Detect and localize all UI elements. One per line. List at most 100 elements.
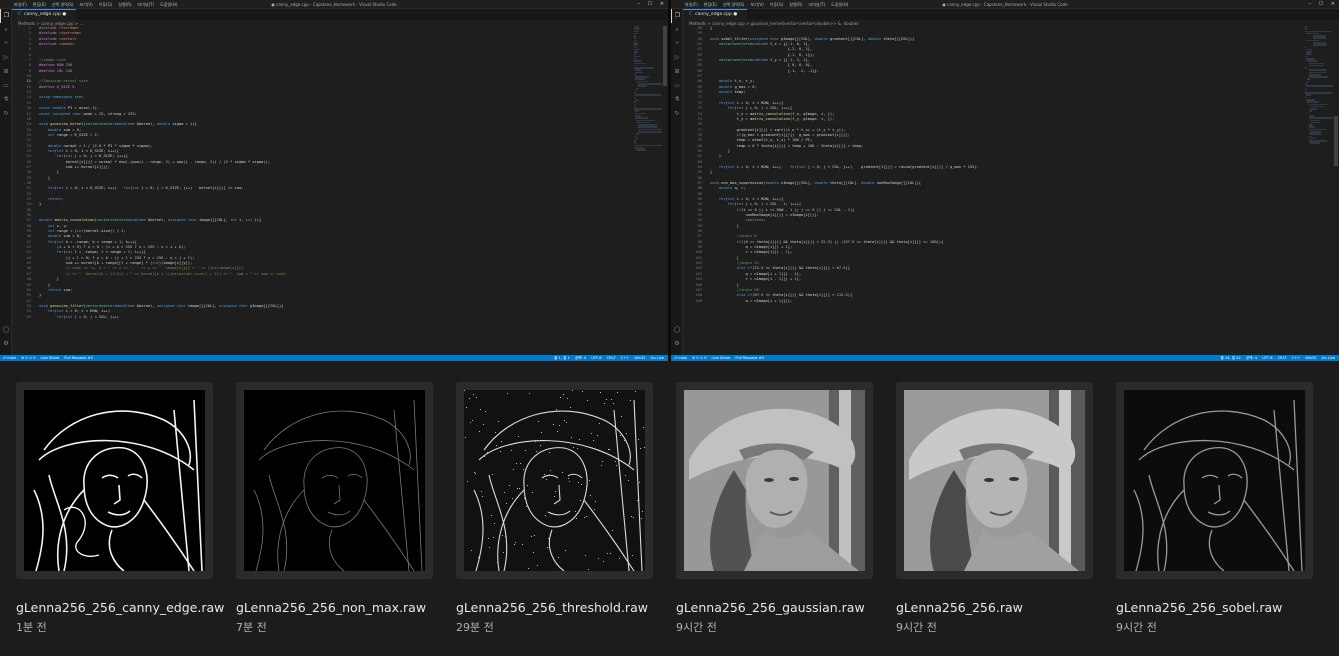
minimap[interactable]: [634, 26, 662, 355]
minimize-icon[interactable]: –: [638, 1, 641, 7]
close-icon[interactable]: ✕: [1331, 1, 1335, 7]
file-name[interactable]: gLenna256_256_sobel.raw: [1116, 600, 1282, 615]
file-modified-time: 9시간 전: [1116, 621, 1157, 634]
status-item[interactable]: 줄 1, 열 1: [554, 356, 570, 360]
editor-scrollbar[interactable]: [1333, 26, 1339, 355]
status-item[interactable]: 공백: 4: [575, 356, 586, 360]
file-modified-time: 1분 전: [16, 621, 47, 634]
code-editor[interactable]: 58} 59 60 void sobel_filter(unsigned char g…: [684, 26, 1299, 355]
status-item[interactable]: C++: [1292, 356, 1301, 360]
explorer-icon[interactable]: ❐: [0, 9, 12, 23]
live-share-icon[interactable]: ↻: [671, 107, 683, 121]
source-control-icon[interactable]: ⑂: [0, 37, 12, 51]
thumbnail-image: [24, 390, 205, 571]
image-thumbnail[interactable]: [236, 382, 433, 579]
status-item[interactable]: UTF-8: [591, 356, 601, 360]
code-line[interactable]: 109 q = nImage[i + 1][j];: [684, 299, 1299, 304]
vscode-window-right: 파일(F) 편집(E) 선택 영역(S) 보기(V) 이동(G) 실행(R) 터미널(T) 도…: [671, 0, 1339, 361]
code-line[interactable]: 55 for(int j = 0; j < COL; j++): [13, 315, 628, 320]
line-number[interactable]: 55: [13, 315, 31, 320]
image-thumbnail[interactable]: [456, 382, 653, 579]
testing-icon[interactable]: ⚗: [0, 93, 12, 107]
settings-gear-icon[interactable]: ⚙: [0, 337, 12, 351]
file-name[interactable]: gLenna256_256_non_max.raw: [236, 600, 426, 615]
maximize-icon[interactable]: ☐: [1319, 1, 1323, 7]
remote-explorer-icon[interactable]: ▭: [0, 79, 12, 93]
source-control-icon[interactable]: ⑂: [671, 37, 683, 51]
unsaved-dot-icon[interactable]: ●: [733, 12, 737, 17]
status-item[interactable]: Pull Request #5: [64, 356, 93, 360]
status-item[interactable]: ⎇ main: [673, 356, 687, 360]
search-icon[interactable]: ⌕: [671, 23, 683, 37]
status-item[interactable]: ⊗ 0 ⚠ 0: [21, 356, 35, 360]
tab-label: canny_edge.cpp: [695, 12, 732, 17]
status-item[interactable]: Go Live: [651, 356, 664, 360]
status-item[interactable]: CRLF: [607, 356, 616, 360]
minimap-line: [1308, 76, 1328, 78]
scrollbar-thumb[interactable]: [663, 26, 667, 86]
status-item[interactable]: Live Share: [712, 356, 731, 360]
tab-canny-edge-cpp[interactable]: Ccanny_edge.cpp ●: [683, 9, 748, 20]
gallery-item[interactable]: gLenna256_256_threshold.raw 29분 전: [440, 361, 660, 656]
unsaved-dot-icon[interactable]: ●: [62, 12, 66, 17]
code-lines[interactable]: 1 #include <fstream> 2 #include <iostream> 3…: [13, 26, 628, 320]
status-item[interactable]: Live Share: [41, 356, 60, 360]
window-controls[interactable]: – ☐ ✕: [1303, 1, 1335, 7]
account-icon[interactable]: ◯: [671, 323, 683, 337]
run-debug-icon[interactable]: ▷: [671, 51, 683, 65]
status-item[interactable]: C++: [621, 356, 630, 360]
minimap-line: [1309, 142, 1321, 144]
extensions-icon[interactable]: ⊞: [671, 65, 683, 79]
code-editor[interactable]: 1 #include <fstream> 2 #include <iostream> 3…: [13, 26, 628, 355]
image-thumbnail[interactable]: [896, 382, 1093, 579]
tab-bar: Ccanny_edge.cpp ●: [12, 9, 668, 20]
cpp-file-icon: C: [18, 12, 22, 17]
status-item[interactable]: Pull Request #5: [735, 356, 764, 360]
image-thumbnail[interactable]: [1116, 382, 1313, 579]
status-item[interactable]: ⎇ main: [2, 356, 16, 360]
scrollbar-thumb[interactable]: [1334, 116, 1338, 166]
gallery-item[interactable]: gLenna256_256_sobel.raw 9시간 전: [1100, 361, 1320, 656]
status-item[interactable]: Go Live: [1322, 356, 1335, 360]
status-item[interactable]: ⊗ 0 ⚠ 0: [692, 356, 706, 360]
gallery-item[interactable]: gLenna256_256_gaussian.raw 9시간 전: [660, 361, 880, 656]
run-debug-icon[interactable]: ▷: [0, 51, 12, 65]
status-item[interactable]: UTF-8: [1262, 356, 1272, 360]
file-name[interactable]: gLenna256_256_threshold.raw: [456, 600, 648, 615]
code-lines[interactable]: 58} 59 60 void sobel_filter(unsigned char g…: [684, 26, 1299, 304]
status-item[interactable]: Win32: [634, 356, 645, 360]
image-thumbnail[interactable]: [676, 382, 873, 579]
maximize-icon[interactable]: ☐: [648, 1, 652, 7]
minimap-line: [636, 149, 647, 151]
title-bar: 파일(F) 편집(E) 선택 영역(S) 보기(V) 이동(G) 실행(R) 터미널(T) 도…: [671, 0, 1339, 9]
status-item[interactable]: CRLF: [1278, 356, 1287, 360]
status-item[interactable]: Win32: [1305, 356, 1316, 360]
minimap-line: [1308, 64, 1325, 67]
account-icon[interactable]: ◯: [0, 323, 12, 337]
gallery-item[interactable]: gLenna256_256_canny_edge.raw 1분 전: [0, 361, 224, 656]
close-icon[interactable]: ✕: [660, 1, 664, 7]
minimize-icon[interactable]: –: [1309, 1, 1312, 7]
file-name[interactable]: gLenna256_256_gaussian.raw: [676, 600, 865, 615]
image-thumbnail[interactable]: [16, 382, 213, 579]
live-share-icon[interactable]: ↻: [0, 107, 12, 121]
gallery-item[interactable]: gLenna256_256_non_max.raw 7분 전: [220, 361, 440, 656]
minimap-line: [1305, 112, 1307, 115]
explorer-icon[interactable]: ❐: [671, 9, 683, 23]
gallery-item[interactable]: gLenna256_256.raw 9시간 전: [880, 361, 1100, 656]
status-item[interactable]: 공백: 4: [1246, 356, 1257, 360]
testing-icon[interactable]: ⚗: [671, 93, 683, 107]
minimap-line: [1308, 110, 1313, 112]
tab-canny-edge-cpp[interactable]: Ccanny_edge.cpp ●: [12, 9, 77, 20]
search-icon[interactable]: ⌕: [0, 23, 12, 37]
remote-explorer-icon[interactable]: ▭: [671, 79, 683, 93]
extensions-icon[interactable]: ⊞: [0, 65, 12, 79]
status-item[interactable]: 줄 24, 열 42: [1221, 356, 1241, 360]
minimap[interactable]: [1305, 26, 1333, 355]
file-name[interactable]: gLenna256_256_canny_edge.raw: [16, 600, 224, 615]
settings-gear-icon[interactable]: ⚙: [671, 337, 683, 351]
window-controls[interactable]: – ☐ ✕: [632, 1, 664, 7]
file-name[interactable]: gLenna256_256.raw: [896, 600, 1023, 615]
window-title: ● canny_edge.cpp - Capstone_Homework - V…: [271, 2, 397, 7]
line-number[interactable]: 109: [684, 299, 702, 304]
